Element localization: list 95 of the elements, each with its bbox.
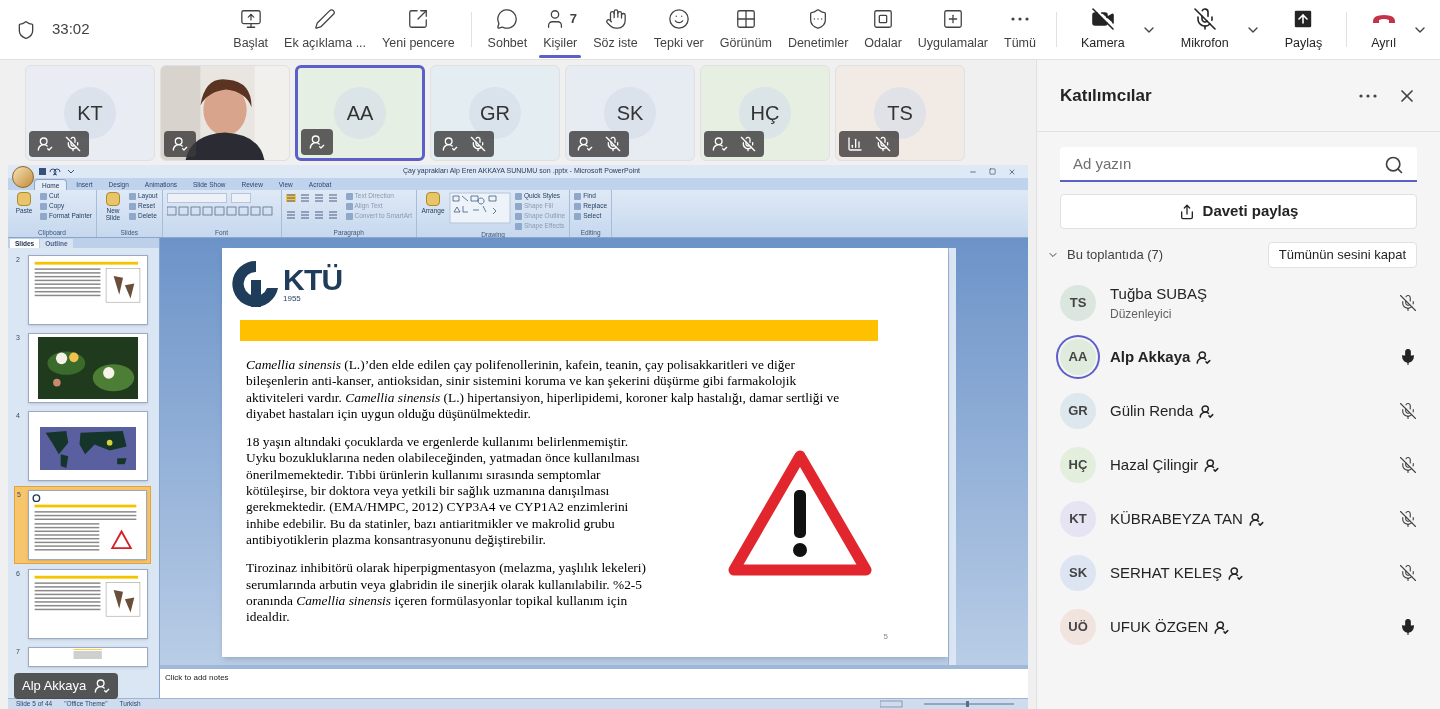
participant-row[interactable]: KT KÜBRABEYZA TAN bbox=[1037, 492, 1440, 546]
participant-name: Tuğba SUBAŞ bbox=[1110, 283, 1207, 304]
participant-name: Hazal Çilingir bbox=[1110, 454, 1199, 475]
office-button-icon[interactable] bbox=[12, 165, 34, 188]
toolbar-button[interactable]: 7 Kişiler bbox=[535, 0, 586, 59]
participant-row[interactable]: UÖ UFUK ÖZGEN bbox=[1037, 600, 1440, 654]
maximize-icon[interactable] bbox=[989, 167, 996, 175]
slide-thumbnail[interactable] bbox=[27, 255, 148, 325]
shield-icon bbox=[16, 19, 36, 40]
participant-row[interactable]: TS Tuğba SUBAŞ Düzenleyici bbox=[1037, 276, 1440, 330]
slide-thumbnail[interactable] bbox=[27, 333, 148, 403]
smiley-icon bbox=[667, 8, 690, 31]
slide-thumbnail[interactable] bbox=[27, 411, 148, 481]
toolbar-button[interactable]: Odalar bbox=[856, 0, 910, 59]
device-button[interactable]: Mikrofon bbox=[1168, 0, 1241, 59]
microphone-off-icon bbox=[875, 136, 891, 152]
participant-name: Alp Akkaya bbox=[1110, 346, 1191, 367]
page-number: 5 bbox=[883, 631, 888, 643]
toolbar-button[interactable]: Başlat bbox=[225, 0, 277, 59]
meeting-timer: 33:02 bbox=[52, 19, 90, 40]
mute-all-button[interactable]: Tümünün sesini kapat bbox=[1267, 242, 1417, 268]
avatar: GR bbox=[469, 87, 521, 139]
logo-text: KTÜ bbox=[283, 265, 343, 295]
invite-button[interactable]: Daveti paylaş bbox=[1060, 194, 1417, 229]
font-name-field[interactable] bbox=[166, 193, 227, 203]
chat-icon bbox=[496, 8, 519, 31]
device-button[interactable]: Paylaş bbox=[1272, 0, 1335, 59]
avatar: HÇ bbox=[739, 87, 791, 139]
avatar: HÇ bbox=[1060, 447, 1096, 483]
section-toggle[interactable]: Bu toplantıda (7) bbox=[1047, 245, 1268, 265]
participant-role: Düzenleyici bbox=[1110, 306, 1173, 324]
toolbar-button[interactable]: Tümü bbox=[996, 0, 1044, 59]
microphone-off-icon bbox=[740, 136, 756, 152]
toolbar-button[interactable]: Denetimler bbox=[779, 0, 857, 59]
rooms-icon bbox=[872, 8, 895, 31]
microphone-off-icon bbox=[605, 136, 621, 152]
screen-share-icon bbox=[239, 8, 262, 31]
participant-name: SERHAT KELEŞ bbox=[1110, 562, 1222, 583]
slide-thumbnail[interactable] bbox=[28, 490, 147, 560]
toolbar-button[interactable]: Ek açıklama ... bbox=[276, 0, 375, 59]
user-badge-icon bbox=[94, 678, 111, 694]
pen-icon bbox=[314, 8, 337, 31]
slide-paragraph: Camellia sinensis (L.)’den elde edilen çay polifenollerinin, kafein, teanin, çay polisakkaritleri ve diğer bileşenlerin anti-kanser, antioksidan, sinir sistemini koruma ve kan şekerini düşürme gibi farmakolojik aktiviteleri vardır. Camellia sinensis (L.) hipertansiyon, hiperlipidemi, koroner kalp hastalığı, damar sertliği ve diyabet hastaları için uygun olduğu düşünülmektedir. bbox=[246, 357, 841, 423]
slide-thumbnail[interactable] bbox=[27, 647, 148, 667]
microphone-off-icon bbox=[470, 136, 486, 152]
microphone-off-icon bbox=[65, 136, 81, 152]
scrollbar[interactable] bbox=[948, 248, 956, 665]
logo-year: 1955 bbox=[283, 295, 302, 303]
slide-paragraph: Tirozinaz inhibitörü olarak hiperpigmentasyon (melazma, yaşlılık lekeleri) serumlarında arbutin veya glabridin ile sinerjik olarak kullanılabilir. %2-5 oranında Camellia sinensis içeren formülasyonlar topikal kullanım için idealdir. bbox=[246, 560, 647, 626]
avatar: SK bbox=[604, 87, 656, 139]
avatar: KT bbox=[64, 87, 116, 139]
participant-row[interactable]: SK SERHAT KELEŞ bbox=[1037, 546, 1440, 600]
warning-sign-icon bbox=[728, 450, 872, 578]
slide-thumbnail[interactable] bbox=[27, 569, 148, 639]
more-icon bbox=[1011, 17, 1029, 22]
toolbar-button[interactable]: Yeni pencere bbox=[374, 0, 463, 59]
new-window-icon bbox=[407, 8, 430, 31]
grid-icon bbox=[734, 8, 757, 31]
hand-icon bbox=[604, 8, 627, 31]
font-size-field[interactable] bbox=[230, 193, 251, 203]
share-icon bbox=[1178, 203, 1195, 220]
avatar: TS bbox=[1060, 285, 1096, 321]
slide-paragraph: 18 yaşın altındaki çocuklarda ve ergenlerde kullanımı belirlenmemiştir. Uyku bozukluklarına neden olabileceğinden, yatmadan önce kullanılması önerilmemektedir. Tıbbi ürünlerin kullanımı sırasında semptomlar kötüleşirse, bir doktora veya yetkili bir sağlık uzmanına danışılması gerekmektedir. (EMA/HMPC, 2012) CYP3A4 ve CYP1A2 enzimlerini inhibe edebilir. Bu da statinler, bazı antiaritmikler ve makrolid grubu antibiyotiklerin plazma konsantrasyonunu değiştirebilir. bbox=[246, 434, 641, 549]
plus-icon bbox=[941, 8, 964, 31]
toolbar-button[interactable]: Uygulamalar bbox=[909, 0, 996, 59]
participant-row[interactable]: AA Alp Akkaya bbox=[1037, 330, 1440, 384]
participant-row[interactable]: GR Gülin Renda bbox=[1037, 384, 1440, 438]
toolbar-button[interactable]: Tepki ver bbox=[645, 0, 712, 59]
presenter-name: Alp Akkaya bbox=[22, 677, 87, 696]
notes-field[interactable]: Click to add notes bbox=[160, 665, 1028, 698]
participant-name: UFUK ÖZGEN bbox=[1110, 616, 1209, 637]
toolbar-button[interactable]: Söz iste bbox=[585, 0, 646, 59]
avatar: GR bbox=[1060, 393, 1096, 429]
quick-access-icons[interactable] bbox=[38, 167, 74, 176]
more-icon[interactable] bbox=[1359, 93, 1377, 98]
participant-name: KÜBRABEYZA TAN bbox=[1110, 508, 1243, 529]
avatar: UÖ bbox=[1060, 609, 1096, 645]
search-field[interactable]: Ad yazın bbox=[1060, 147, 1417, 182]
avatar: AA bbox=[1060, 339, 1096, 375]
panel-title: Katılımcılar bbox=[1060, 84, 1153, 107]
shapes-gallery-icon[interactable] bbox=[448, 192, 511, 224]
people-count: 7 bbox=[569, 10, 577, 29]
participant-name: Gülin Renda bbox=[1110, 400, 1194, 421]
toolbar-button[interactable]: Görünüm bbox=[711, 0, 780, 59]
avatar: AA bbox=[334, 87, 386, 139]
device-button[interactable]: Kamera bbox=[1068, 0, 1137, 59]
device-button[interactable]: Ayrıl bbox=[1359, 0, 1408, 59]
avatar: KT bbox=[1060, 501, 1096, 537]
search-icon bbox=[1384, 155, 1404, 175]
university-logo-icon bbox=[231, 258, 281, 310]
participant-row[interactable]: HÇ Hazal Çilingir bbox=[1037, 438, 1440, 492]
avatar: SK bbox=[1060, 555, 1096, 591]
avatar: TS bbox=[874, 87, 926, 139]
toolbar-button[interactable]: Sohbet bbox=[479, 0, 536, 59]
phone-icon bbox=[1371, 14, 1396, 25]
